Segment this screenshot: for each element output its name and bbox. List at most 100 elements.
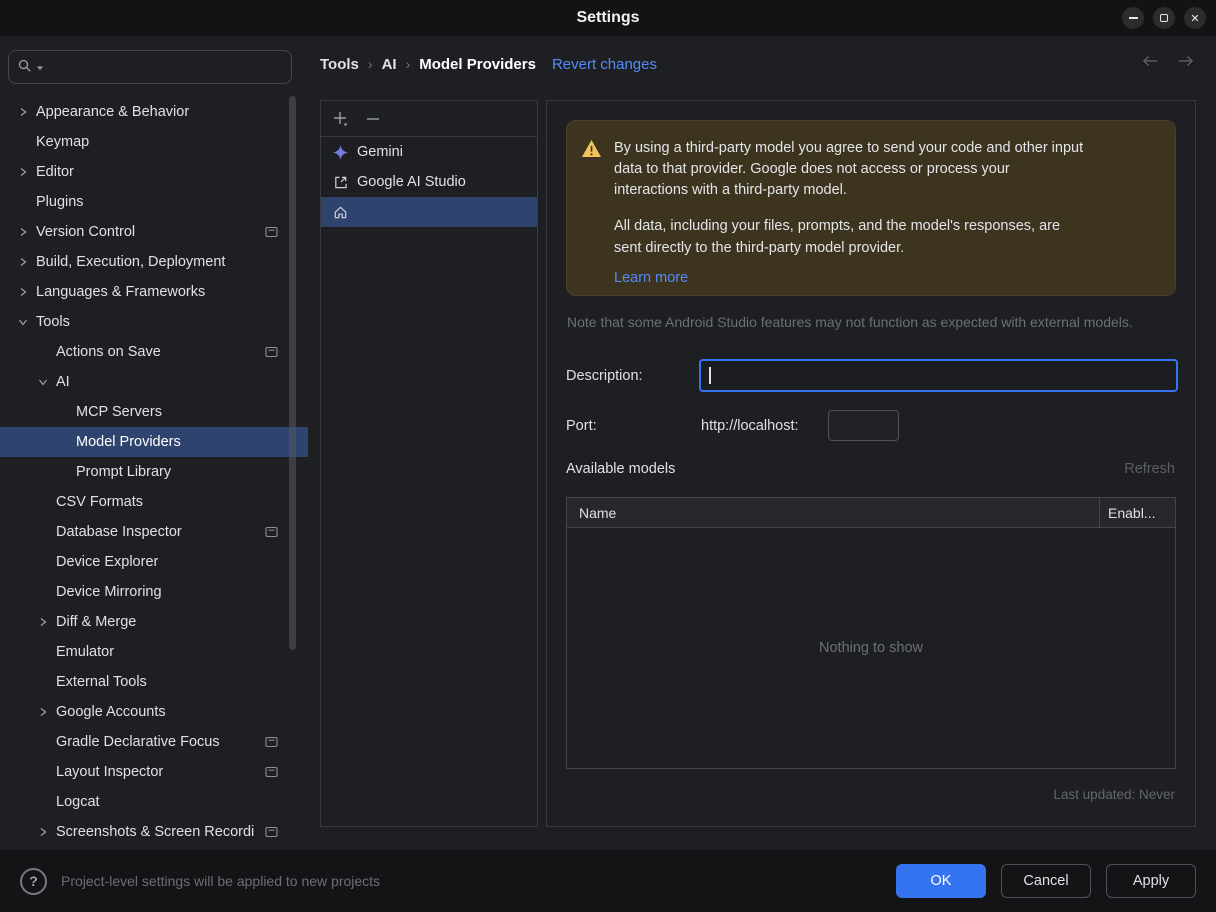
sidebar-item-device-mirroring[interactable]: Device Mirroring bbox=[0, 577, 308, 607]
sidebar-item-label: Emulator bbox=[56, 644, 115, 660]
breadcrumb-ai[interactable]: AI bbox=[382, 56, 397, 73]
chevron-right-icon[interactable] bbox=[12, 226, 34, 238]
sidebar-item-mcp-servers[interactable]: MCP Servers bbox=[0, 397, 308, 427]
port-input[interactable] bbox=[828, 410, 899, 441]
provider-item-gemini[interactable]: Gemini bbox=[321, 137, 537, 167]
sidebar-item-label: Plugins bbox=[36, 194, 84, 210]
history-navigation bbox=[1140, 54, 1196, 71]
sidebar-item-label: MCP Servers bbox=[76, 404, 162, 420]
column-header-name[interactable]: Name bbox=[567, 498, 1099, 527]
forward-arrow-icon[interactable] bbox=[1176, 54, 1196, 71]
sidebar-item-tools[interactable]: Tools bbox=[0, 307, 308, 337]
refresh-button[interactable]: Refresh bbox=[1124, 461, 1175, 477]
description-input[interactable] bbox=[699, 359, 1178, 392]
chevron-down-icon[interactable] bbox=[12, 316, 34, 328]
sidebar-item-label: Keymap bbox=[36, 134, 90, 150]
sidebar-item-version-control[interactable]: Version Control bbox=[0, 217, 308, 247]
settings-window: Settings ✕ Appearance & Behavior Keymap Ed… bbox=[0, 0, 1216, 912]
breadcrumb-separator: › bbox=[367, 56, 373, 72]
footer-buttons: OK Cancel Apply bbox=[896, 864, 1196, 898]
chevron-right-icon[interactable] bbox=[32, 616, 54, 628]
sidebar-item-screenshots-screen-recordi[interactable]: Screenshots & Screen Recordi bbox=[0, 817, 308, 847]
breadcrumb-model-providers[interactable]: Model Providers bbox=[419, 56, 536, 73]
chevron-down-icon[interactable] bbox=[32, 376, 54, 388]
breadcrumb-tools[interactable]: Tools bbox=[320, 56, 359, 73]
sidebar-item-device-explorer[interactable]: Device Explorer bbox=[0, 547, 308, 577]
models-table-empty-state: Nothing to show bbox=[567, 528, 1175, 768]
sidebar-item-actions-on-save[interactable]: Actions on Save bbox=[0, 337, 308, 367]
sidebar-item-label: Screenshots & Screen Recordi bbox=[56, 824, 255, 840]
provider-list-panel: Gemini Google AI Studio bbox=[320, 100, 538, 827]
apply-button[interactable]: Apply bbox=[1106, 864, 1196, 898]
chevron-right-icon[interactable] bbox=[12, 286, 34, 298]
sidebar-item-logcat[interactable]: Logcat bbox=[0, 787, 308, 817]
third-party-warning-banner: By using a third-party model you agree t… bbox=[566, 120, 1176, 296]
warning-triangle-icon bbox=[581, 139, 602, 278]
sidebar-item-external-tools[interactable]: External Tools bbox=[0, 667, 308, 697]
sidebar-item-model-providers[interactable]: Model Providers bbox=[0, 427, 308, 457]
ai-studio-icon bbox=[333, 175, 348, 190]
chevron-right-icon[interactable] bbox=[32, 826, 54, 838]
sidebar-item-csv-formats[interactable]: CSV Formats bbox=[0, 487, 308, 517]
sidebar-item-google-accounts[interactable]: Google Accounts bbox=[0, 697, 308, 727]
learn-more-link[interactable]: Learn more bbox=[614, 270, 688, 286]
close-icon: ✕ bbox=[1190, 12, 1200, 25]
cancel-button[interactable]: Cancel bbox=[1001, 864, 1091, 898]
sidebar-item-diff-merge[interactable]: Diff & Merge bbox=[0, 607, 308, 637]
search-input[interactable] bbox=[47, 59, 283, 75]
ide-override-indicator-icon bbox=[265, 526, 278, 538]
provider-detail-panel: By using a third-party model you agree t… bbox=[546, 100, 1196, 827]
search-history-caret-icon[interactable] bbox=[36, 59, 44, 75]
provider-item-new-2[interactable] bbox=[321, 197, 537, 227]
sidebar-item-emulator[interactable]: Emulator bbox=[0, 637, 308, 667]
ok-button[interactable]: OK bbox=[896, 864, 986, 898]
revert-changes-link[interactable]: Revert changes bbox=[552, 56, 657, 73]
sidebar-item-keymap[interactable]: Keymap bbox=[0, 127, 308, 157]
sidebar-item-label: External Tools bbox=[56, 674, 147, 690]
sidebar-item-label: Database Inspector bbox=[56, 524, 182, 540]
sidebar-item-languages-frameworks[interactable]: Languages & Frameworks bbox=[0, 277, 308, 307]
sidebar-item-prompt-library[interactable]: Prompt Library bbox=[0, 457, 308, 487]
window-controls: ✕ bbox=[1122, 7, 1206, 29]
sidebar-item-label: Version Control bbox=[36, 224, 136, 240]
available-models-label: Available models bbox=[566, 461, 676, 477]
sidebar-item-label: Diff & Merge bbox=[56, 614, 137, 630]
add-provider-button[interactable] bbox=[332, 110, 349, 127]
sidebar-item-ai[interactable]: AI bbox=[0, 367, 308, 397]
chevron-right-icon[interactable] bbox=[32, 706, 54, 718]
sidebar-scrollbar[interactable] bbox=[289, 96, 296, 650]
sidebar-item-build-execution-deployment[interactable]: Build, Execution, Deployment bbox=[0, 247, 308, 277]
help-button[interactable]: ? bbox=[20, 867, 47, 895]
chevron-right-icon[interactable] bbox=[12, 256, 34, 268]
close-button[interactable]: ✕ bbox=[1184, 7, 1206, 29]
chevron-right-icon[interactable] bbox=[12, 166, 34, 178]
sidebar-item-label: Languages & Frameworks bbox=[36, 284, 206, 300]
chevron-right-icon[interactable] bbox=[12, 106, 34, 118]
minimize-button[interactable] bbox=[1122, 7, 1144, 29]
provider-item-google-ai-studio[interactable]: Google AI Studio bbox=[321, 167, 537, 197]
breadcrumb: Tools › AI › Model Providers Revert chan… bbox=[320, 36, 657, 92]
port-label: Port: bbox=[566, 418, 597, 434]
sidebar-item-gradle-declarative-focus[interactable]: Gradle Declarative Focus bbox=[0, 727, 308, 757]
sidebar-item-layout-inspector[interactable]: Layout Inspector bbox=[0, 757, 308, 787]
sidebar-item-label: Device Mirroring bbox=[56, 584, 162, 600]
external-models-note: Note that some Android Studio features m… bbox=[567, 314, 1133, 330]
maximize-button[interactable] bbox=[1153, 7, 1175, 29]
models-table: Name Enabl... Nothing to show bbox=[566, 497, 1176, 769]
column-header-enabled[interactable]: Enabl... bbox=[1099, 498, 1175, 527]
sidebar-item-plugins[interactable]: Plugins bbox=[0, 187, 308, 217]
back-arrow-icon[interactable] bbox=[1140, 54, 1160, 71]
sidebar-item-database-inspector[interactable]: Database Inspector bbox=[0, 517, 308, 547]
ide-override-indicator-icon bbox=[265, 346, 278, 358]
provider-item-label: Google AI Studio bbox=[357, 174, 466, 190]
project-level-hint: Project-level settings will be applied t… bbox=[61, 873, 381, 889]
remove-provider-button[interactable] bbox=[365, 111, 381, 127]
minimize-icon bbox=[1128, 17, 1138, 19]
search-icon bbox=[17, 58, 33, 77]
window-title: Settings bbox=[576, 9, 640, 26]
search-box[interactable] bbox=[8, 50, 292, 84]
sidebar-item-editor[interactable]: Editor bbox=[0, 157, 308, 187]
sidebar-item-label: Appearance & Behavior bbox=[36, 104, 190, 120]
sidebar-item-appearance-behavior[interactable]: Appearance & Behavior bbox=[0, 97, 308, 127]
sidebar-item-label: Logcat bbox=[56, 794, 100, 810]
